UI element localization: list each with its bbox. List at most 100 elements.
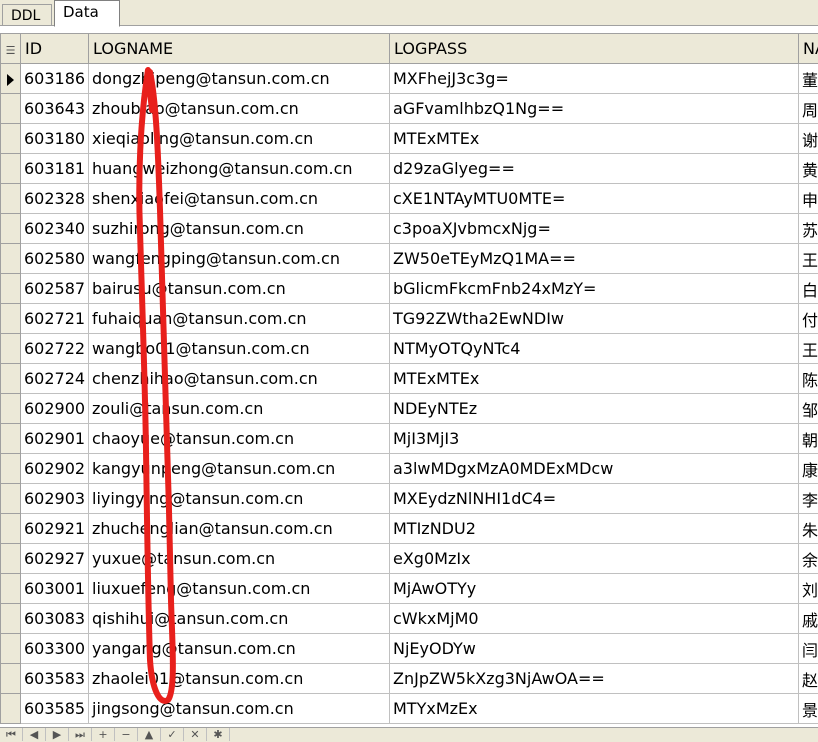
cell-id[interactable]: 602721 (21, 304, 89, 334)
cell-logname[interactable]: zhuchenglian@tansun.com.cn (89, 514, 390, 544)
cell-id[interactable]: 603083 (21, 604, 89, 634)
table-row[interactable]: 603300yangang@tansun.com.cnNjEyODYw闫 (1, 634, 818, 664)
cell-id[interactable]: 602921 (21, 514, 89, 544)
cell-na[interactable]: 王 (799, 244, 818, 274)
column-header-logname[interactable]: LOGNAME (89, 34, 390, 64)
row-indicator[interactable] (1, 124, 21, 154)
cell-id[interactable]: 603300 (21, 634, 89, 664)
cell-logpass[interactable]: MTYxMzEx (390, 694, 799, 724)
cell-logpass[interactable]: a3lwMDgxMzA0MDExMDcw (390, 454, 799, 484)
cell-id[interactable]: 602900 (21, 394, 89, 424)
cell-na[interactable]: 刘 (799, 574, 818, 604)
cell-na[interactable]: 黄 (799, 154, 818, 184)
cell-logname[interactable]: jingsong@tansun.com.cn (89, 694, 390, 724)
table-row[interactable]: 602722wangbo01@tansun.com.cnNTMyOTQyNTc4… (1, 334, 818, 364)
cell-na[interactable]: 白 (799, 274, 818, 304)
cell-logpass[interactable]: MjAwOTYy (390, 574, 799, 604)
cell-logpass[interactable]: NTMyOTQyNTc4 (390, 334, 799, 364)
cell-na[interactable]: 谢 (799, 124, 818, 154)
cell-na[interactable]: 王 (799, 334, 818, 364)
cell-logname[interactable]: zhoubiao@tansun.com.cn (89, 94, 390, 124)
cell-logname[interactable]: fuhaiquan@tansun.com.cn (89, 304, 390, 334)
row-indicator[interactable] (1, 514, 21, 544)
cell-logpass[interactable]: MjI3MjI3 (390, 424, 799, 454)
grid-menu-icon[interactable]: ☰ (1, 34, 21, 64)
cell-logname[interactable]: zouli@tansun.com.cn (89, 394, 390, 424)
first-record-icon[interactable]: ⏮ (0, 728, 23, 741)
cell-na[interactable]: 景 (799, 694, 818, 724)
cell-logpass[interactable]: TG92ZWtha2EwNDIw (390, 304, 799, 334)
table-row[interactable]: 603583zhaolei01@tansun.com.cnZnJpZW5kXzg… (1, 664, 818, 694)
table-row[interactable]: 602921zhuchenglian@tansun.com.cnMTIzNDU2… (1, 514, 818, 544)
cell-id[interactable]: 603180 (21, 124, 89, 154)
row-indicator[interactable] (1, 394, 21, 424)
column-header-na[interactable]: NA (799, 34, 818, 64)
cell-logpass[interactable]: MXFhejJ3c3g= (390, 64, 799, 94)
cell-logname[interactable]: yangang@tansun.com.cn (89, 634, 390, 664)
cell-na[interactable]: 余 (799, 544, 818, 574)
cell-id[interactable]: 603585 (21, 694, 89, 724)
prior-record-icon[interactable]: ◀ (23, 728, 46, 741)
cell-na[interactable]: 朝 (799, 424, 818, 454)
cell-na[interactable]: 赵 (799, 664, 818, 694)
cell-id[interactable]: 602722 (21, 334, 89, 364)
next-record-icon[interactable]: ▶ (46, 728, 69, 741)
row-indicator[interactable] (1, 94, 21, 124)
cell-id[interactable]: 602901 (21, 424, 89, 454)
cell-id[interactable]: 603181 (21, 154, 89, 184)
cell-logname[interactable]: huangweizhong@tansun.com.cn (89, 154, 390, 184)
table-row[interactable]: 602340suzhirong@tansun.com.cnc3poaXJvbmc… (1, 214, 818, 244)
row-indicator[interactable] (1, 664, 21, 694)
row-indicator[interactable] (1, 574, 21, 604)
cancel-edit-icon[interactable]: ✕ (184, 728, 207, 741)
row-indicator[interactable] (1, 604, 21, 634)
cell-logname[interactable]: xieqiaoling@tansun.com.cn (89, 124, 390, 154)
table-row[interactable]: 602900zouli@tansun.com.cnNDEyNTEz邹 (1, 394, 818, 424)
cell-logname[interactable]: zhaolei01@tansun.com.cn (89, 664, 390, 694)
cell-logpass[interactable]: bGlicmFkcmFnb24xMzY= (390, 274, 799, 304)
cell-logpass[interactable]: ZnJpZW5kXzg3NjAwOA== (390, 664, 799, 694)
cell-logname[interactable]: bairusu@tansun.com.cn (89, 274, 390, 304)
cell-id[interactable]: 602587 (21, 274, 89, 304)
row-indicator[interactable] (1, 424, 21, 454)
cell-na[interactable]: 朱 (799, 514, 818, 544)
row-indicator[interactable] (1, 304, 21, 334)
row-indicator[interactable] (1, 364, 21, 394)
table-row[interactable]: 602587bairusu@tansun.com.cnbGlicmFkcmFnb… (1, 274, 818, 304)
cell-id[interactable]: 602927 (21, 544, 89, 574)
table-row[interactable]: 602927yuxue@tansun.com.cneXg0MzIx余 (1, 544, 818, 574)
cell-id[interactable]: 603186 (21, 64, 89, 94)
row-indicator[interactable] (1, 634, 21, 664)
cell-id[interactable]: 602340 (21, 214, 89, 244)
cell-na[interactable]: 付 (799, 304, 818, 334)
cell-logpass[interactable]: MTExMTEx (390, 364, 799, 394)
row-indicator[interactable] (1, 154, 21, 184)
cell-logname[interactable]: chaoyue@tansun.com.cn (89, 424, 390, 454)
cell-logpass[interactable]: d29zaGlyeg== (390, 154, 799, 184)
cell-logname[interactable]: chenzhihao@tansun.com.cn (89, 364, 390, 394)
cell-id[interactable]: 602328 (21, 184, 89, 214)
cell-na[interactable]: 陈 (799, 364, 818, 394)
cell-logpass[interactable]: MTIzNDU2 (390, 514, 799, 544)
cell-na[interactable]: 董 (799, 64, 818, 94)
row-indicator[interactable] (1, 694, 21, 724)
row-indicator[interactable] (1, 484, 21, 514)
row-indicator[interactable] (1, 334, 21, 364)
cell-logpass[interactable]: NjEyODYw (390, 634, 799, 664)
cell-na[interactable]: 戚 (799, 604, 818, 634)
cell-logpass[interactable]: cWkxMjM0 (390, 604, 799, 634)
row-indicator[interactable] (1, 454, 21, 484)
cell-logpass[interactable]: NDEyNTEz (390, 394, 799, 424)
cell-logname[interactable]: wangfengping@tansun.com.cn (89, 244, 390, 274)
row-indicator[interactable] (1, 544, 21, 574)
column-header-logpass[interactable]: LOGPASS (390, 34, 799, 64)
cell-logname[interactable]: suzhirong@tansun.com.cn (89, 214, 390, 244)
row-indicator[interactable] (1, 184, 21, 214)
row-indicator-arrow-icon[interactable] (1, 64, 21, 94)
cell-na[interactable]: 申 (799, 184, 818, 214)
cell-na[interactable]: 李 (799, 484, 818, 514)
table-row[interactable]: 602903liyingying@tansun.com.cnMXEydzNlNH… (1, 484, 818, 514)
cell-logpass[interactable]: MXEydzNlNHI1dC4= (390, 484, 799, 514)
cell-id[interactable]: 602902 (21, 454, 89, 484)
cell-na[interactable]: 邹 (799, 394, 818, 424)
